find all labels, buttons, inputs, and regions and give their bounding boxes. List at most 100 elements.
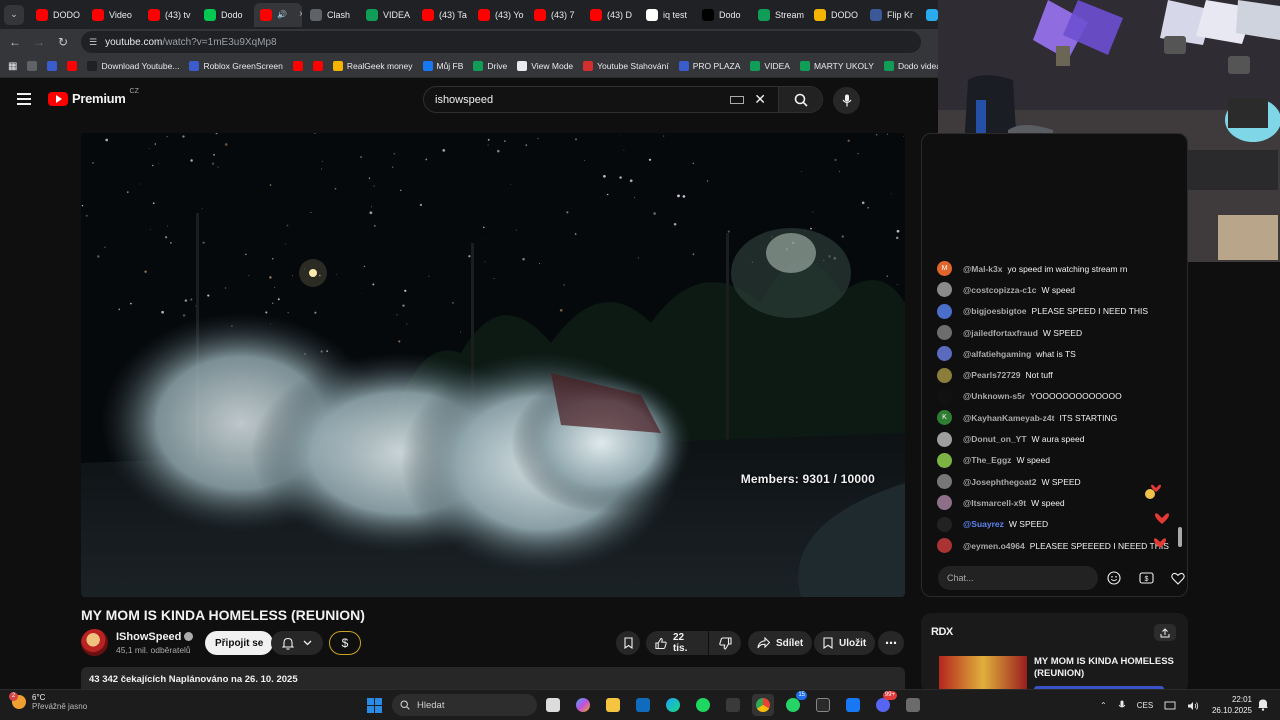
notifications-button[interactable] bbox=[271, 631, 323, 655]
browser-tab[interactable]: Video bbox=[86, 3, 140, 27]
channel-name-text[interactable]: IShowSpeed bbox=[116, 631, 181, 643]
discord-button[interactable]: 99+ bbox=[872, 691, 897, 716]
bookmark-item[interactable] bbox=[27, 61, 38, 71]
chat-input[interactable]: Chat... bbox=[938, 566, 1098, 590]
related-video-card[interactable]: RDX MY MOM IS KINDA HOMELESS (REUNION) bbox=[921, 613, 1188, 693]
search-button[interactable] bbox=[778, 87, 822, 112]
network-icon[interactable] bbox=[1164, 701, 1176, 711]
bookmark-item[interactable]: Můj FB bbox=[422, 61, 463, 71]
notification-bell-icon[interactable] bbox=[1257, 698, 1269, 711]
outlook-button[interactable] bbox=[632, 694, 654, 716]
chat-avatar[interactable]: M bbox=[937, 261, 952, 277]
system-clock[interactable]: 22:01 26.10.2025 bbox=[1210, 694, 1252, 716]
chat-avatar[interactable] bbox=[937, 303, 952, 319]
menu-icon[interactable] bbox=[17, 93, 31, 105]
chat-message[interactable]: @bigjoesbigtoe PLEASE SPEED I NEED THIS bbox=[922, 301, 1187, 322]
reload-button[interactable]: ↻ bbox=[51, 35, 75, 49]
chat-message[interactable]: K @KayhanKameyab-z4t ITS STARTING bbox=[922, 407, 1187, 428]
site-info-icon[interactable]: ☰ bbox=[89, 37, 97, 48]
browser-tab[interactable]: VIDEA bbox=[360, 3, 414, 27]
task-view-button[interactable] bbox=[542, 694, 564, 716]
chat-avatar[interactable] bbox=[937, 388, 952, 404]
bookmark-item[interactable] bbox=[292, 61, 303, 71]
spotify-button[interactable] bbox=[692, 694, 714, 716]
chat-avatar[interactable] bbox=[937, 431, 952, 447]
chrome-button[interactable] bbox=[752, 694, 774, 716]
bookmark-item[interactable] bbox=[67, 61, 78, 71]
calculator-button[interactable] bbox=[902, 694, 924, 716]
chat-author[interactable]: @alfatiehgaming bbox=[963, 349, 1031, 359]
bookmark-item[interactable]: VIDEA bbox=[750, 61, 790, 71]
join-button[interactable]: Připojit se bbox=[205, 631, 274, 655]
tab-close-icon[interactable]: × bbox=[299, 9, 302, 20]
emoji-button[interactable] bbox=[1106, 570, 1122, 586]
clear-search-icon[interactable]: ✕ bbox=[754, 91, 766, 108]
browser-tab[interactable]: (43) tv bbox=[142, 3, 196, 27]
chat-author[interactable]: @The_Eggz bbox=[963, 455, 1011, 465]
chat-author[interactable]: @Mal-k3x bbox=[963, 264, 1002, 274]
chat-author[interactable]: @KayhanKameyab-z4t bbox=[963, 413, 1054, 423]
chat-message[interactable]: @Unknown-s5r YOOOOOOOOOOOOO bbox=[922, 386, 1187, 407]
apps-grid-icon[interactable]: ▦ bbox=[8, 61, 17, 72]
start-button[interactable] bbox=[367, 698, 382, 713]
chat-avatar[interactable] bbox=[937, 474, 952, 490]
more-actions-button[interactable]: ⋯ bbox=[878, 631, 904, 655]
channel-name[interactable]: IShowSpeed bbox=[116, 631, 194, 643]
browser-tab[interactable]: Dodo bbox=[198, 3, 252, 27]
bookmark-item[interactable]: RealGeek money bbox=[332, 61, 413, 71]
facebook-button[interactable] bbox=[842, 694, 864, 716]
chat-message[interactable]: @jailedfortaxfraud W SPEED bbox=[922, 322, 1187, 343]
chat-message[interactable]: @Donut_on_YT W aura speed bbox=[922, 428, 1187, 449]
chat-author[interactable]: @costcopizza-c1c bbox=[963, 285, 1036, 295]
chat-author[interactable]: @Josephthegoat2 bbox=[963, 477, 1036, 487]
browser-tab[interactable]: Stream bbox=[752, 3, 806, 27]
bookmark-item[interactable]: Download Youtube... bbox=[87, 61, 179, 71]
save-to-playlist-button[interactable] bbox=[616, 631, 640, 655]
browser-tab[interactable]: (43) D bbox=[584, 3, 638, 27]
chat-message[interactable]: @costcopizza-c1c W speed bbox=[922, 279, 1187, 300]
video-player[interactable]: Members: 9301 / 10000 bbox=[81, 133, 905, 597]
chat-author[interactable]: @bigjoesbigtoe bbox=[963, 306, 1027, 316]
browser-tab[interactable]: Flip Kr bbox=[864, 3, 918, 27]
chat-author[interactable]: @Donut_on_YT bbox=[963, 434, 1027, 444]
tab-search-button[interactable]: ⌄ bbox=[4, 4, 24, 25]
related-title[interactable]: MY MOM IS KINDA HOMELESS (REUNION) bbox=[1034, 656, 1184, 680]
bookmark-item[interactable]: Dodo videa bbox=[883, 61, 938, 71]
chat-avatar[interactable] bbox=[937, 495, 952, 511]
chat-message[interactable]: @The_Eggz W speed bbox=[922, 450, 1187, 471]
bookmark-item[interactable] bbox=[312, 61, 323, 71]
description-box[interactable]: 43 342 čekajících Naplánováno na 26. 10.… bbox=[81, 667, 905, 689]
weather-widget[interactable]: 2 6°C Převážně jasno bbox=[9, 692, 87, 711]
search-input[interactable]: ishowspeed bbox=[435, 94, 730, 106]
bookmark-item[interactable]: PRO PLAZA bbox=[678, 61, 740, 71]
browser-tab[interactable]: Clash bbox=[304, 3, 358, 27]
chat-message[interactable]: @alfatiehgaming what is TS bbox=[922, 343, 1187, 364]
chat-avatar[interactable] bbox=[937, 367, 952, 383]
browser-tab[interactable]: (43) Yo bbox=[472, 3, 526, 27]
chat-author[interactable]: @Suayrez bbox=[963, 519, 1004, 529]
browser-tab[interactable]: (43) 7 bbox=[528, 3, 582, 27]
keyboard-icon[interactable] bbox=[730, 95, 745, 104]
youtube-logo[interactable]: Premium CZ bbox=[48, 88, 139, 106]
chat-author[interactable]: @Pearls72729 bbox=[963, 370, 1020, 380]
bookmark-item[interactable]: Drive bbox=[473, 61, 507, 71]
copilot-button[interactable] bbox=[572, 694, 594, 716]
browser-tab[interactable]: DODO bbox=[808, 3, 862, 27]
bookmark-item[interactable] bbox=[47, 61, 58, 71]
related-thumbnail[interactable] bbox=[939, 656, 1027, 692]
share-button[interactable]: Sdílet bbox=[748, 631, 813, 655]
browser-tab[interactable]: DODO bbox=[30, 3, 84, 27]
dislike-button[interactable] bbox=[709, 631, 741, 655]
browser-tab[interactable]: K bbox=[920, 3, 938, 27]
search-box[interactable]: ishowspeed ✕ bbox=[423, 86, 823, 113]
chat-avatar[interactable] bbox=[937, 346, 952, 362]
voice-search-button[interactable] bbox=[833, 87, 860, 114]
language-indicator[interactable]: CES bbox=[1137, 701, 1153, 710]
like-button[interactable]: 22 tis. bbox=[646, 631, 708, 655]
forward-button[interactable]: → bbox=[27, 35, 51, 49]
bookmark-item[interactable]: Youtube Stahování bbox=[583, 61, 669, 71]
chat-avatar[interactable] bbox=[937, 325, 952, 341]
tab-audio-icon[interactable]: 🔊 bbox=[277, 10, 287, 19]
super-chat-button[interactable]: $ bbox=[1138, 570, 1154, 586]
browser-tab[interactable]: Dodo bbox=[696, 3, 750, 27]
